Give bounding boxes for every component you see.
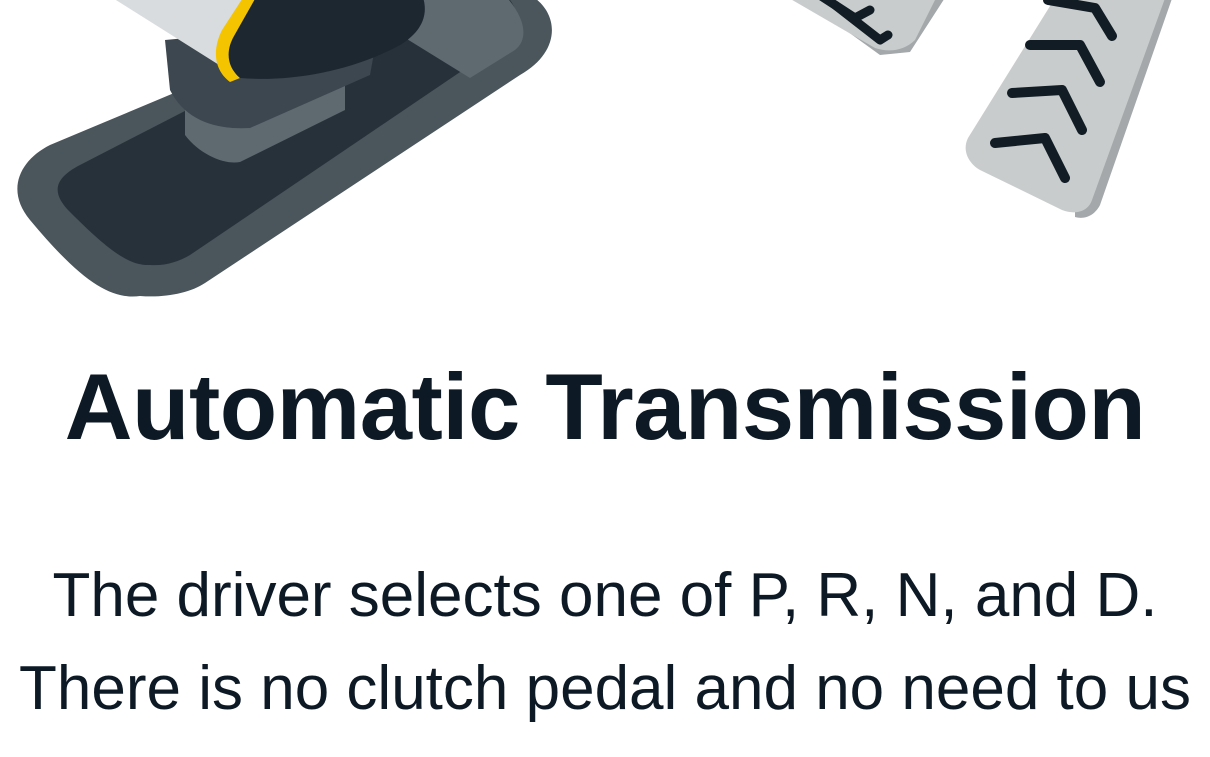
page-title: Automatic Transmission <box>64 354 1146 459</box>
description-line-1: The driver selects one of P, R, N, and D… <box>52 561 1158 630</box>
gear-shifter-icon <box>17 0 552 297</box>
app-screen: Automatic Transmission The driver select… <box>0 0 1210 757</box>
description-line-2: There is no clutch pedal and no need to … <box>19 654 1191 723</box>
pedal-icon <box>792 0 1172 218</box>
illustration <box>17 0 1172 297</box>
